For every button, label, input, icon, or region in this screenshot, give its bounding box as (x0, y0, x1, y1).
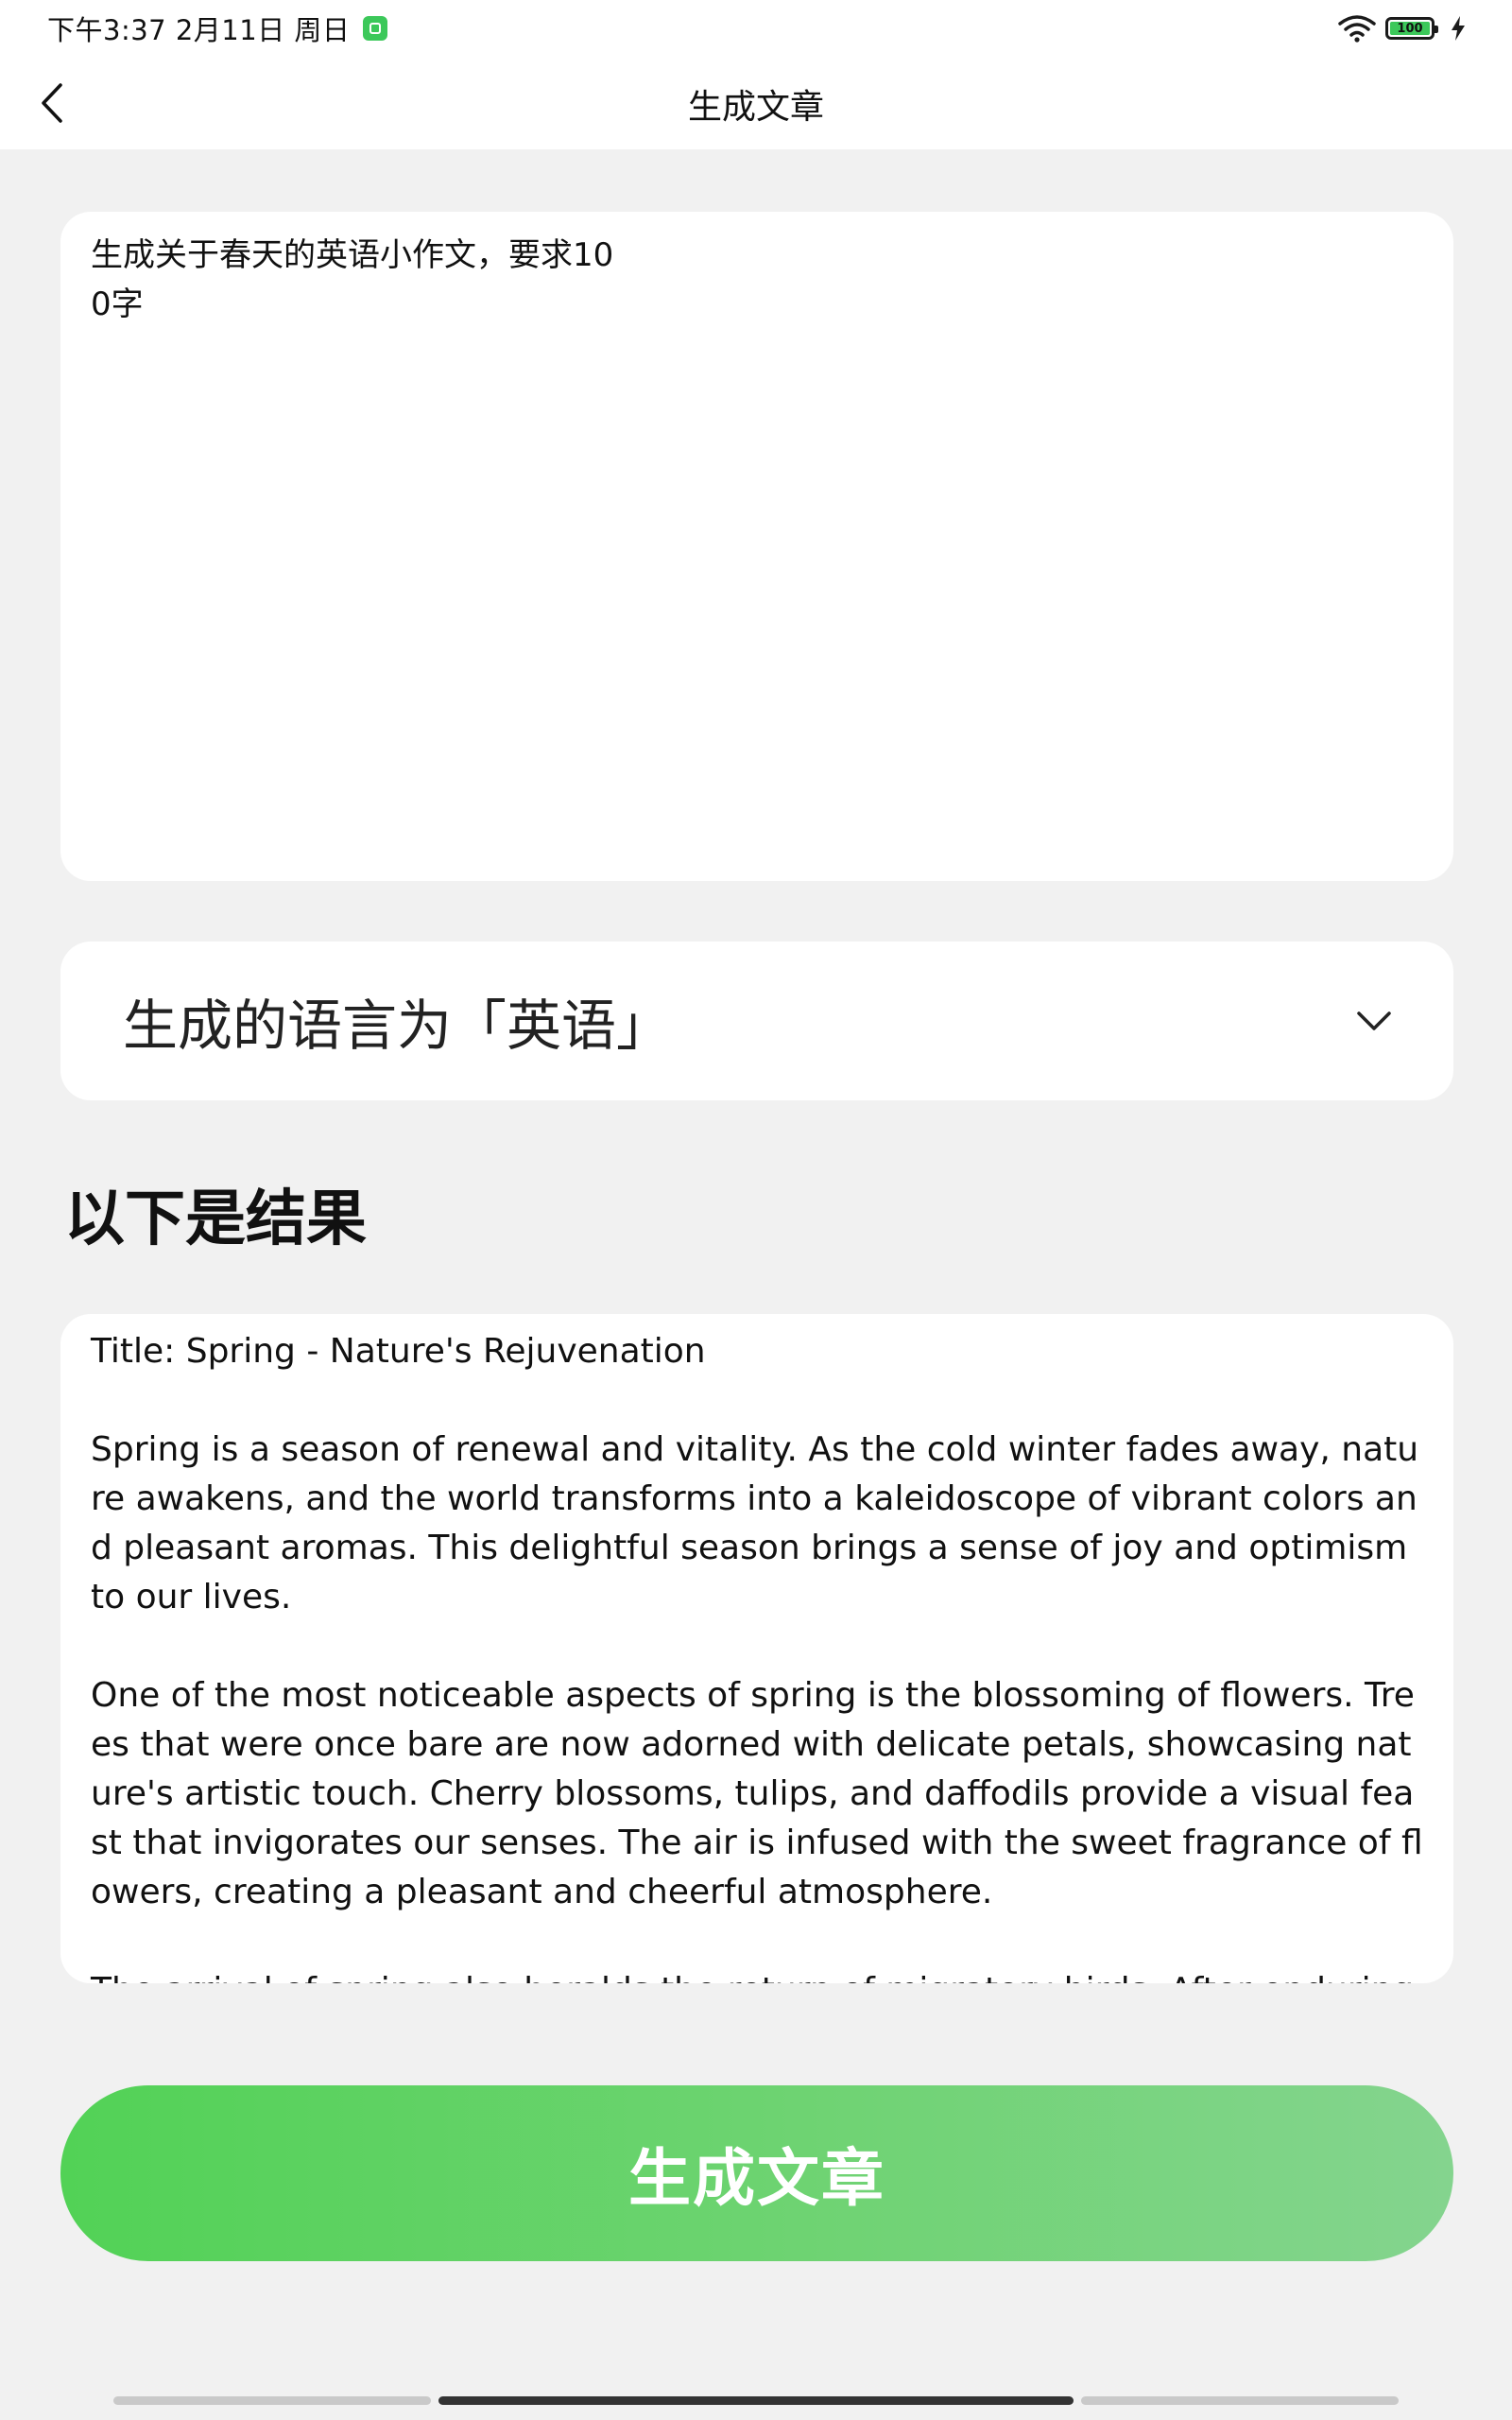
battery-icon: 100 (1385, 17, 1438, 40)
result-title: Title: Spring - Nature's Rejuvenation (91, 1332, 706, 1371)
prompt-text[interactable]: 生成关于春天的英语小作文，要求100字 (91, 231, 620, 329)
result-paragraph: The arrival of spring also heralds the r… (91, 1966, 1425, 1983)
page-title: 生成文章 (687, 88, 824, 127)
status-left: 下午3:37 2月11日 周日 (47, 9, 388, 48)
status-time: 下午3:37 2月11日 周日 (47, 14, 351, 46)
result-output[interactable]: Title: Spring - Nature's Rejuvenation Sp… (60, 1314, 1453, 1983)
results-heading: 以下是结果 (64, 1184, 367, 1254)
app-header: 生成文章 (0, 57, 1512, 149)
prompt-input[interactable]: 生成关于春天的英语小作文，要求100字 (60, 212, 1453, 881)
app-notification-icon (363, 16, 388, 41)
chevron-down-icon (1357, 1011, 1391, 1030)
home-gesture-bar[interactable] (438, 2396, 1074, 2405)
generate-button-label: 生成文章 (628, 2143, 885, 2213)
result-paragraph: Spring is a season of renewal and vitali… (91, 1430, 1419, 1616)
nav-handle-left (113, 2396, 431, 2405)
status-right: 100 (1338, 14, 1467, 43)
wifi-icon (1338, 15, 1376, 43)
language-select[interactable]: 生成的语言为「英语」 (60, 942, 1453, 1100)
nav-handle-right (1081, 2396, 1399, 2405)
language-select-label: 生成的语言为「英语」 (123, 994, 672, 1058)
charging-bolt-icon (1452, 16, 1465, 41)
status-bar: 下午3:37 2月11日 周日 100 (0, 0, 1512, 57)
battery-level: 100 (1390, 22, 1430, 35)
result-paragraph: One of the most noticeable aspects of sp… (91, 1676, 1423, 1911)
generate-article-button[interactable]: 生成文章 (60, 2085, 1453, 2261)
